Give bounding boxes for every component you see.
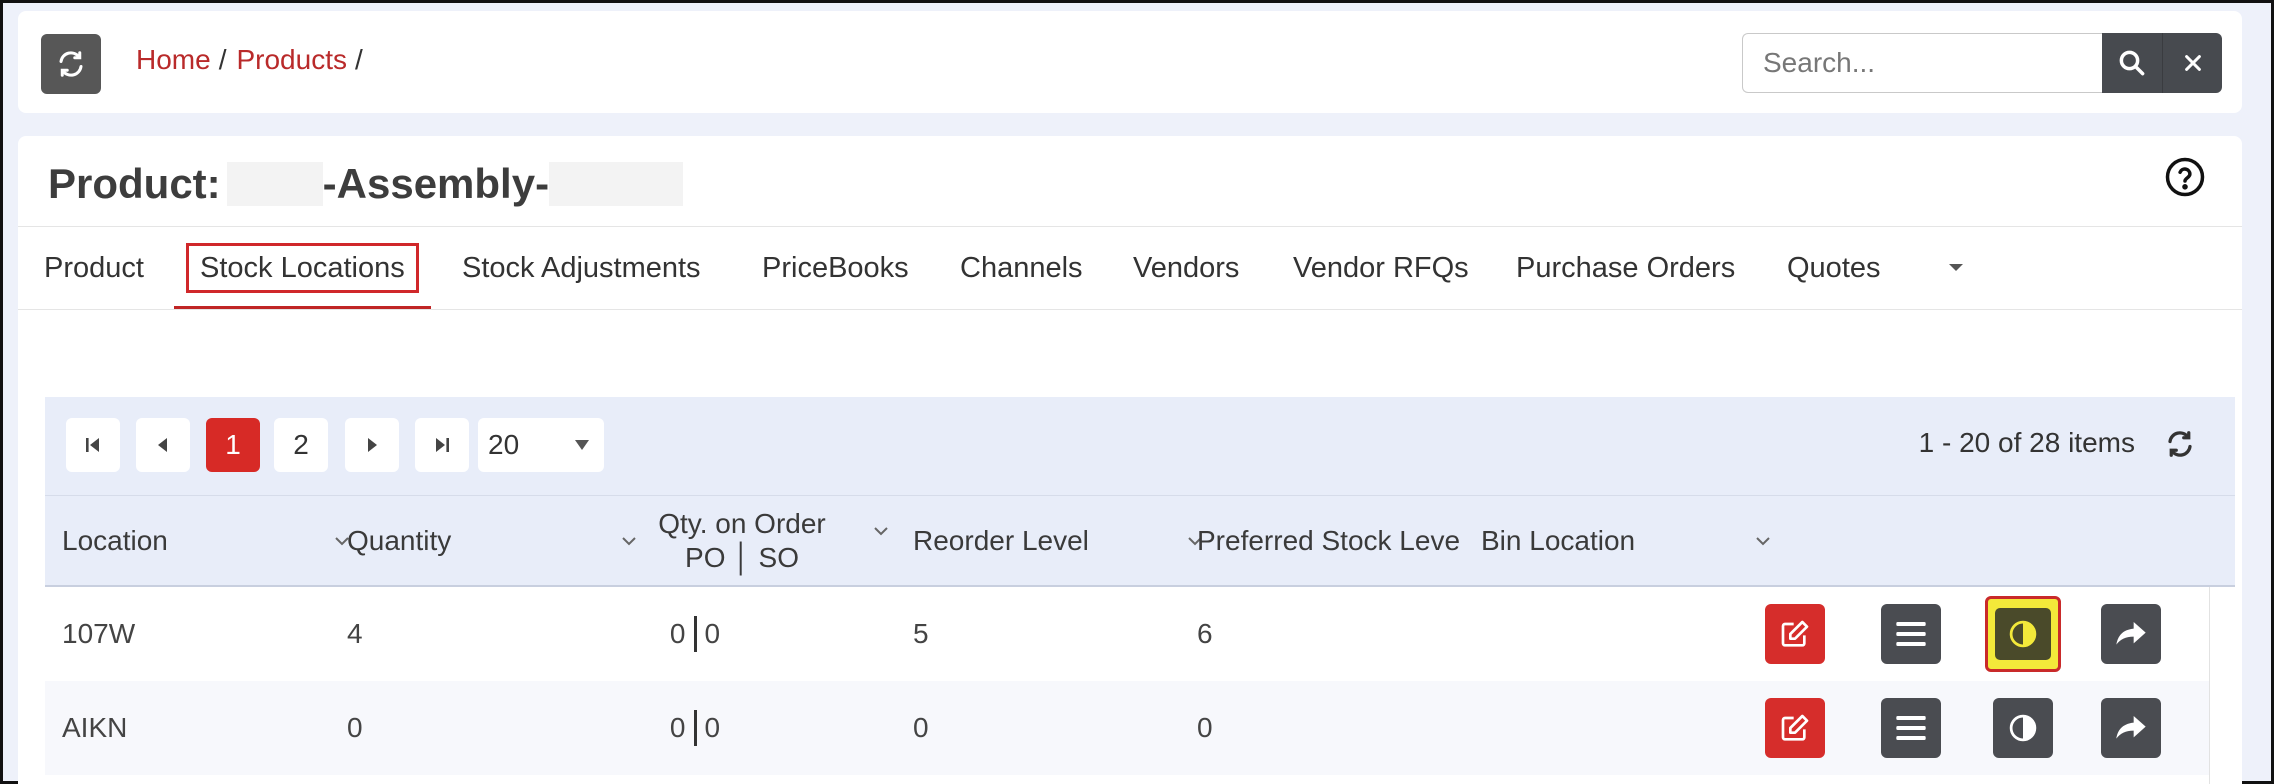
page-2-button[interactable]: 2: [274, 418, 328, 472]
last-page-icon: [436, 438, 449, 452]
cell-qty-on-order: 00: [665, 587, 725, 681]
search-icon: [2119, 50, 2145, 76]
transfer-button[interactable]: [2101, 698, 2161, 758]
previous-page-button[interactable]: [136, 418, 190, 472]
cell-quantity: 0: [347, 712, 363, 743]
top-bar: Home / Products /: [18, 11, 2242, 113]
menu-icon: [1896, 622, 1926, 646]
contrast-icon: [2009, 620, 2037, 648]
table-row: 107W 4 00 5 6: [45, 587, 2235, 681]
chevron-down-icon: [874, 527, 888, 536]
tab-bar: Product Stock Locations Stock Adjustment…: [18, 226, 2242, 310]
more-tabs-dropdown[interactable]: [1946, 257, 1966, 282]
page-title-prefix: Product:: [48, 160, 221, 207]
pager: 1 2 20 1 - 20 of 28 items: [45, 397, 2235, 495]
cell-po: 0: [669, 618, 686, 649]
column-header-reorder-level[interactable]: Reorder Level: [913, 496, 1202, 586]
breadcrumb-separator: /: [354, 44, 363, 75]
caret-down-icon: [575, 440, 589, 450]
clear-search-button[interactable]: [2162, 33, 2222, 93]
breadcrumb-separator: /: [218, 44, 227, 75]
tab-vendors[interactable]: Vendors: [1133, 227, 1239, 309]
last-page-button[interactable]: [415, 418, 469, 472]
search-input[interactable]: [1742, 33, 2102, 93]
page-size-select[interactable]: 20: [478, 418, 604, 472]
pager-info: 1 - 20 of 28 items: [1918, 427, 2135, 458]
column-header-quantity[interactable]: Quantity: [347, 496, 636, 586]
column-header-preferred-stock-level[interactable]: Preferred Stock Leve: [1197, 496, 1467, 586]
menu-icon: [1896, 716, 1926, 740]
adjust-button-inner: [1995, 608, 2051, 660]
page-1-button[interactable]: 1: [206, 418, 260, 472]
first-page-icon: [86, 438, 99, 452]
share-arrow-icon: [2116, 622, 2146, 645]
details-button[interactable]: [1881, 698, 1941, 758]
tab-quotes[interactable]: Quotes: [1787, 227, 1881, 309]
cell-qty-on-order: 00: [665, 681, 725, 775]
column-header-bin-location[interactable]: Bin Location: [1481, 496, 1770, 586]
cell-po: 0: [669, 712, 686, 743]
question-circle-icon: [2165, 157, 2205, 197]
vertical-scrollbar[interactable]: [2209, 587, 2235, 784]
cell-reorder-level: 0: [913, 712, 929, 743]
tab-channels[interactable]: Channels: [960, 227, 1083, 309]
close-icon: [2184, 55, 2201, 71]
edit-button[interactable]: [1765, 698, 1825, 758]
grid-refresh-button[interactable]: [2165, 429, 2195, 464]
redacted-text: [549, 162, 684, 206]
table-row: AIKN 0 00 0 0: [45, 681, 2235, 775]
chevron-down-icon: [1756, 537, 1770, 546]
column-header-location[interactable]: Location: [62, 496, 349, 586]
page-title: Product: -Assembly-: [48, 154, 684, 214]
cell-preferred-stock-level: 6: [1197, 618, 1213, 649]
refresh-icon: [2168, 431, 2192, 457]
cell-quantity: 4: [347, 618, 363, 649]
previous-page-icon: [158, 438, 167, 452]
tab-stock-locations[interactable]: Stock Locations: [174, 227, 431, 309]
tab-pricebooks[interactable]: PriceBooks: [762, 227, 909, 309]
cell-location: 107W: [62, 618, 136, 649]
help-button[interactable]: [2164, 156, 2206, 203]
breadcrumb-home-link[interactable]: Home: [136, 44, 211, 75]
edit-button[interactable]: [1765, 604, 1825, 664]
divider: [693, 710, 697, 746]
stock-locations-grid: 1 2 20 1 - 20 of 28 items Location Quant…: [45, 397, 2235, 784]
adjust-button-highlighted[interactable]: [1985, 596, 2061, 672]
cell-so: 0: [704, 618, 721, 649]
refresh-icon: [59, 51, 83, 77]
tab-product[interactable]: Product: [44, 227, 144, 309]
search-group: [1742, 33, 2222, 93]
next-page-icon: [368, 438, 377, 452]
tab-vendor-rfqs[interactable]: Vendor RFQs: [1293, 227, 1469, 309]
breadcrumb: Home / Products /: [136, 44, 373, 76]
edit-icon: [1781, 620, 1809, 647]
details-button[interactable]: [1881, 604, 1941, 664]
page-title-middle: -Assembly-: [322, 160, 550, 207]
tab-purchase-orders[interactable]: Purchase Orders: [1516, 227, 1735, 309]
column-header-qty-on-order[interactable]: Qty. on Order PO │ SO: [627, 496, 888, 586]
share-arrow-icon: [2116, 716, 2146, 739]
cell-preferred-stock-level: 0: [1197, 712, 1213, 743]
page-size-value: 20: [488, 429, 520, 460]
caret-down-icon: [1949, 264, 1963, 271]
first-page-button[interactable]: [66, 418, 120, 472]
divider: [693, 616, 697, 652]
grid-header: Location Quantity Qty. on Order PO │ SO …: [45, 495, 2235, 587]
cell-so: 0: [704, 712, 721, 743]
breadcrumb-products-link[interactable]: Products: [236, 44, 347, 75]
contrast-icon: [2009, 714, 2037, 742]
redacted-text: [226, 162, 323, 206]
transfer-button[interactable]: [2101, 604, 2161, 664]
cell-reorder-level: 5: [913, 618, 929, 649]
search-button[interactable]: [2102, 33, 2162, 93]
tab-stock-adjustments[interactable]: Stock Adjustments: [462, 227, 701, 309]
adjust-button[interactable]: [1993, 698, 2053, 758]
edit-icon: [1781, 714, 1809, 741]
cell-location: AIKN: [62, 712, 128, 743]
next-page-button[interactable]: [345, 418, 399, 472]
refresh-button[interactable]: [41, 34, 101, 94]
